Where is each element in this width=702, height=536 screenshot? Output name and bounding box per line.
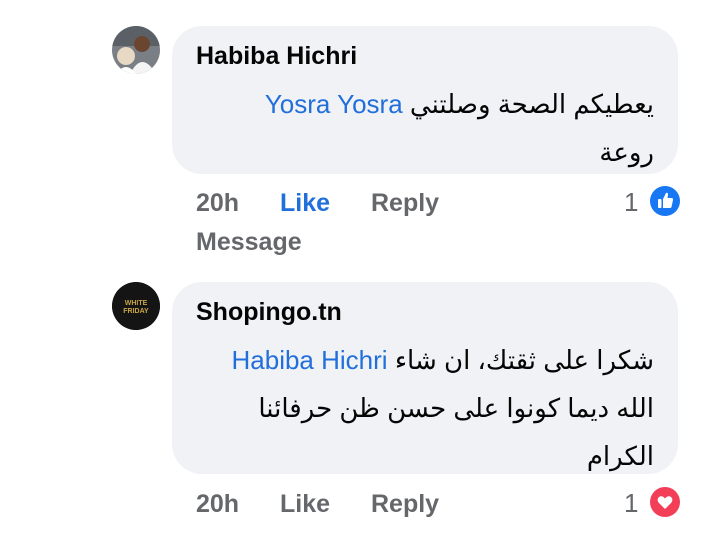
comment-text-segment: شكرا على ثقتك، ان شاء (394, 345, 654, 375)
comment-text-line: شكرا على ثقتك، ان شاء Habiba Hichri (196, 336, 655, 384)
comment-author[interactable]: Habiba Hichri (196, 40, 654, 72)
comment-bubble: Shopingo.tn شكرا على ثقتك، ان شاء Habiba… (172, 282, 678, 474)
comment-text-segment: يعطيكم الصحة وصلتني (409, 89, 654, 119)
comment-bubble: Habiba Hichri يعطيكم الصحة وصلتني Yosra … (172, 26, 678, 174)
avatar-photo (112, 26, 160, 74)
like-button[interactable]: Like (280, 490, 330, 519)
comment-text-line: يعطيكم الصحة وصلتني Yosra Yosra (196, 80, 654, 128)
avatar-shopingo[interactable]: WHITE FRIDAY (112, 282, 160, 330)
comment-text-line: روعة (599, 137, 654, 167)
comment-author[interactable]: Shopingo.tn (196, 296, 654, 328)
reaction-count[interactable]: 1 (624, 187, 638, 218)
like-button[interactable]: Like (280, 189, 330, 218)
comment-text-line: الله ديما كونوا على حسن ظن حرفائنا (258, 393, 654, 423)
avatar-logo: WHITE FRIDAY (112, 282, 160, 330)
reply-button[interactable]: Reply (371, 189, 439, 218)
love-reaction-icon[interactable] (650, 487, 680, 517)
comment-text-line: الكرام (586, 441, 654, 471)
mention-link[interactable]: Habiba Hichri (232, 345, 388, 375)
comment-text: يعطيكم الصحة وصلتني Yosra Yosra روعة (196, 80, 654, 176)
avatar-logo-text: FRIDAY (123, 308, 149, 315)
mention-link[interactable]: Yosra Yosra (265, 89, 403, 119)
avatar-habiba-hichri[interactable] (112, 26, 160, 74)
comment-text: شكرا على ثقتك، ان شاء Habiba Hichri الله… (196, 336, 655, 480)
avatar-logo-text: WHITE (125, 300, 148, 307)
reply-button[interactable]: Reply (371, 490, 439, 519)
message-button[interactable]: Message (196, 228, 302, 257)
comment-timestamp[interactable]: 20h (196, 189, 239, 218)
like-reaction-icon[interactable] (650, 186, 680, 216)
comment-timestamp[interactable]: 20h (196, 490, 239, 519)
reaction-count[interactable]: 1 (624, 488, 638, 519)
